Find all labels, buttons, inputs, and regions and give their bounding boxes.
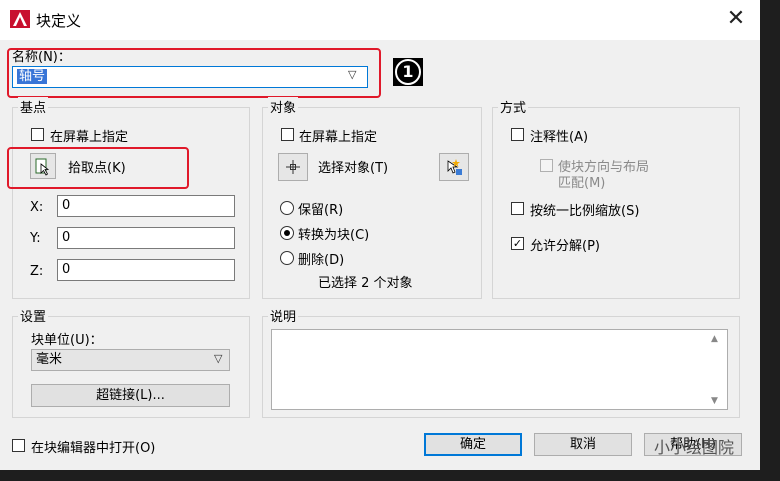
window-shadow-right	[760, 0, 780, 481]
allow-exploding-label: 允许分解(P)	[530, 239, 600, 254]
z-label: Z:	[30, 264, 44, 279]
scroll-up-arrow-icon[interactable]: ▲	[711, 334, 718, 344]
hyperlink-button[interactable]: 超链接(L)...	[31, 384, 230, 407]
window-title: 块定义	[36, 12, 82, 30]
highlight-box-pickpoint	[7, 147, 189, 189]
description-textarea[interactable]	[271, 329, 728, 410]
selected-count-text: 已选择 2 个对象	[318, 276, 413, 291]
y-label: Y:	[30, 231, 41, 246]
scale-uniformly-checkbox[interactable]	[511, 202, 524, 215]
x-label: X:	[30, 200, 44, 215]
ok-button[interactable]: 确定	[424, 433, 522, 456]
cancel-button[interactable]: 取消	[534, 433, 632, 456]
step-number-badge: 1	[393, 58, 423, 86]
description-title: 说明	[268, 306, 299, 325]
annotative-label: 注释性(A)	[530, 130, 589, 145]
objects-title: 对象	[268, 97, 299, 116]
delete-label: 删除(D)	[298, 253, 345, 268]
objects-specify-label: 在屏幕上指定	[299, 130, 378, 145]
behavior-title: 方式	[498, 97, 529, 116]
highlight-box-name	[7, 48, 381, 98]
objects-specify-checkbox[interactable]	[281, 128, 294, 141]
crosshair-icon	[286, 160, 300, 174]
allow-exploding-checkbox[interactable]: ✓	[511, 237, 524, 250]
open-in-editor-label: 在块编辑器中打开(O)	[31, 441, 156, 456]
settings-title: 设置	[18, 306, 49, 325]
retain-radio[interactable]	[280, 201, 294, 215]
y-coordinate-input[interactable]: 0	[57, 227, 235, 249]
quick-select-icon	[447, 159, 462, 175]
block-unit-value: 毫米	[36, 352, 63, 367]
select-objects-button[interactable]	[278, 153, 308, 181]
basepoint-specify-label: 在屏幕上指定	[50, 130, 129, 145]
open-in-editor-checkbox[interactable]	[12, 439, 25, 452]
scale-uniformly-label: 按统一比例缩放(S)	[530, 204, 640, 219]
autocad-logo-icon	[10, 10, 30, 28]
scroll-down-arrow-icon[interactable]: ▼	[711, 396, 718, 406]
close-button[interactable]: ✕	[718, 4, 754, 34]
chevron-down-icon[interactable]: ▽	[214, 352, 222, 365]
delete-radio[interactable]	[280, 251, 294, 265]
convert-to-block-label: 转换为块(C)	[298, 228, 370, 243]
x-coordinate-input[interactable]: 0	[57, 195, 235, 217]
block-unit-select[interactable]: 毫米	[31, 349, 230, 371]
window-shadow-bottom	[0, 470, 780, 481]
convert-to-block-radio[interactable]	[280, 226, 294, 240]
z-coordinate-input[interactable]: 0	[57, 259, 235, 281]
watermark-text: 小小绘图院	[654, 438, 735, 457]
match-orientation-checkbox[interactable]	[540, 159, 553, 172]
retain-label: 保留(R)	[298, 203, 344, 218]
match-orientation-label-2: 匹配(M)	[558, 176, 606, 191]
basepoint-title: 基点	[18, 97, 49, 116]
quick-select-button[interactable]	[439, 153, 469, 181]
select-objects-label: 选择对象(T)	[318, 161, 389, 176]
title-bar	[0, 0, 780, 40]
basepoint-specify-checkbox[interactable]	[31, 128, 44, 141]
annotative-checkbox[interactable]	[511, 128, 524, 141]
block-unit-label: 块单位(U)：	[31, 333, 103, 348]
